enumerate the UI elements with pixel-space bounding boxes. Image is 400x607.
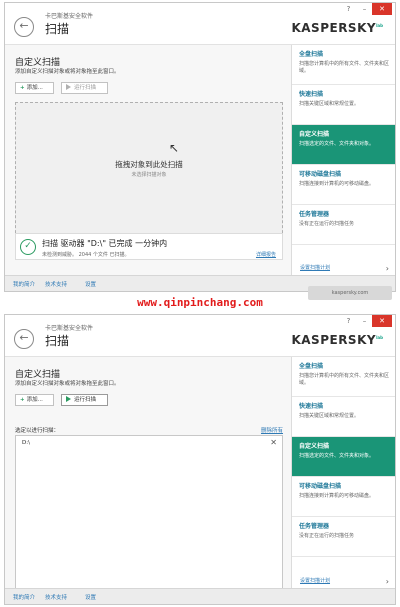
status-title: 扫描 驱动器 "D:\" 已完成 一分钟内 [42, 239, 168, 248]
sidebar-item-title: 全盘扫描 [299, 363, 324, 370]
app-name: 卡巴斯基安全软件 [45, 13, 94, 20]
drop-zone-subtitle: 未选择扫描对象 [131, 172, 167, 178]
sidebar-item-title: 任务管理器 [299, 523, 330, 530]
status-detail: 未检测到威胁。 2044 个文件 已扫描。 [42, 252, 130, 258]
chevron-right-icon[interactable]: › [386, 577, 389, 586]
logo-text: KASPERSKY [291, 21, 377, 35]
sidebar-item-desc: 扫描关键区域和常规位置。 [299, 101, 360, 107]
kaspersky-logo: KASPERSKYlab [291, 333, 383, 347]
watermark-text: www.qinpinchang.com [137, 296, 263, 309]
remove-item-icon[interactable]: ✕ [270, 438, 277, 447]
plus-icon: + [20, 397, 25, 403]
play-icon [66, 84, 71, 90]
sidebar-item-task-manager[interactable]: 任务管理器没有正在运行的扫描任务 [292, 517, 395, 557]
sidebar-item-title: 全盘扫描 [299, 51, 324, 58]
sidebar-item-desc: 没有正在运行的扫描任务 [299, 221, 355, 227]
section-subtitle: 添加自定义扫描对象或将对象拖至此窗口。 [15, 381, 120, 387]
footer-my-profile-link[interactable]: 我的简介 [13, 593, 35, 601]
close-button[interactable]: ✕ [372, 315, 392, 327]
schedule-settings-link[interactable]: 设置扫描计划 [300, 577, 330, 584]
sidebar-item-title: 快速扫描 [299, 403, 324, 410]
sidebar-item-title: 自定义扫描 [299, 131, 330, 138]
check-icon: ✓ [20, 239, 36, 255]
sidebar-item-task-manager[interactable]: 任务管理器没有正在运行的扫描任务 [292, 205, 395, 245]
minimize-button[interactable]: – [358, 315, 371, 327]
run-scan-button[interactable]: 运行扫描 [61, 82, 108, 94]
scan-status-box: ✓ 扫描 驱动器 "D:\" 已完成 一分钟内 未检测到威胁。 2044 个文件… [15, 233, 283, 260]
help-button[interactable]: ? [342, 315, 355, 327]
close-button[interactable]: ✕ [372, 3, 392, 15]
footer-support-link[interactable]: 技术支持 [45, 280, 67, 288]
title-bar: ← 卡巴斯基安全软件 扫描 ? – ✕ KASPERSKYlab [5, 3, 395, 45]
section-subtitle: 添加自定义扫描对象或将对象拖至此窗口。 [15, 69, 120, 75]
scan-type-sidebar: 全盘扫描扫描您计算机中的所有文件、文件夹和区域。 快速扫描扫描关键区域和常规位置… [291, 357, 395, 604]
footer-support-link[interactable]: 技术支持 [45, 593, 67, 601]
help-button[interactable]: ? [342, 3, 355, 15]
sidebar-item-desc: 扫描连接到计算机的可移动磁盘。 [299, 493, 375, 499]
sidebar-item-quick-scan[interactable]: 快速扫描扫描关键区域和常规位置。 [292, 397, 395, 437]
sidebar-item-full-scan[interactable]: 全盘扫描扫描您计算机中的所有文件、文件夹和区域。 [292, 45, 395, 85]
back-arrow-icon[interactable]: ← [14, 17, 34, 37]
logo-text: KASPERSKY [291, 333, 377, 347]
page-title: 扫描 [45, 334, 70, 348]
sidebar-item-desc: 扫描您计算机中的所有文件、文件夹和区域。 [299, 373, 390, 386]
sidebar-item-removable-scan[interactable]: 可移动磁盘扫描扫描连接到计算机的可移动磁盘。 [292, 165, 395, 205]
selected-list-header: 选定以进行扫描： 删除所有 [15, 423, 283, 435]
kaspersky-window-before: ← 卡巴斯基安全软件 扫描 ? – ✕ KASPERSKYlab 自定义扫描 添… [4, 2, 396, 292]
sidebar-item-title: 可移动磁盘扫描 [299, 171, 342, 178]
sidebar-item-desc: 扫描您计算机中的所有文件、文件夹和区域。 [299, 61, 390, 74]
main-area: 自定义扫描 添加自定义扫描对象或将对象拖至此窗口。 + 添加... 运行扫描 选定… [5, 357, 291, 604]
selected-objects-list[interactable]: D:\ ✕ [15, 435, 283, 592]
sidebar-item-title: 任务管理器 [299, 211, 330, 218]
footer-settings-link[interactable]: 设置 [85, 280, 96, 288]
remove-all-link[interactable]: 删除所有 [261, 426, 283, 434]
footer: 我的简介 技术支持 设置 [5, 588, 395, 604]
sidebar-item-quick-scan[interactable]: 快速扫描扫描关键区域和常规位置。 [292, 85, 395, 125]
scan-type-sidebar: 全盘扫描扫描您计算机中的所有文件、文件夹和区域。 快速扫描扫描关键区域和常规位置… [291, 45, 395, 291]
run-scan-label: 运行扫描 [74, 397, 97, 403]
selected-list-label: 选定以进行扫描： [15, 428, 60, 434]
sidebar-item-title: 快速扫描 [299, 91, 324, 98]
chevron-right-icon[interactable]: › [386, 264, 389, 273]
play-icon [66, 396, 71, 402]
run-scan-button[interactable]: 运行扫描 [61, 394, 108, 406]
add-button-label: 添加... [26, 85, 43, 91]
sidebar-item-title: 自定义扫描 [299, 443, 330, 450]
app-name: 卡巴斯基安全软件 [45, 325, 94, 332]
kaspersky-logo: KASPERSKYlab [291, 21, 383, 35]
drop-zone[interactable]: ↖ 拖拽对象到此处扫描 未选择扫描对象 [15, 102, 283, 238]
schedule-settings-link[interactable]: 设置扫描计划 [300, 264, 330, 271]
run-scan-label: 运行扫描 [74, 85, 97, 91]
footer-settings-link[interactable]: 设置 [85, 593, 96, 601]
logo-lab: lab [376, 335, 383, 340]
minimize-button[interactable]: – [358, 3, 371, 15]
drop-zone-title: 拖拽对象到此处扫描 [115, 160, 183, 169]
footer-my-profile-link[interactable]: 我的简介 [13, 280, 35, 288]
list-item[interactable]: D:\ ✕ [16, 436, 282, 450]
sidebar-item-desc: 没有正在运行的扫描任务 [299, 533, 355, 539]
sidebar-item-desc: 扫描连接到计算机的可移动磁盘。 [299, 181, 375, 187]
add-button[interactable]: + 添加... [15, 394, 54, 406]
sidebar-item-full-scan[interactable]: 全盘扫描扫描您计算机中的所有文件、文件夹和区域。 [292, 357, 395, 397]
sidebar-item-title: 可移动磁盘扫描 [299, 483, 342, 490]
list-item-path: D:\ [22, 440, 30, 446]
add-button[interactable]: + 添加... [15, 82, 54, 94]
main-area: 自定义扫描 添加自定义扫描对象或将对象拖至此窗口。 + 添加... 运行扫描 ↖ … [5, 45, 291, 291]
sidebar-item-desc: 扫描关键区域和常规位置。 [299, 413, 360, 419]
mouse-cursor-icon: ↖ [169, 141, 180, 155]
plus-icon: + [20, 85, 25, 91]
sidebar-item-desc: 扫描选定的文件、文件夹和对象。 [299, 453, 375, 459]
sidebar-item-removable-scan[interactable]: 可移动磁盘扫描扫描连接到计算机的可移动磁盘。 [292, 477, 395, 517]
title-bar: ← 卡巴斯基安全软件 扫描 ? – ✕ KASPERSKYlab [5, 315, 395, 357]
back-arrow-icon[interactable]: ← [14, 329, 34, 349]
add-button-label: 添加... [26, 397, 43, 403]
page-title: 扫描 [45, 22, 70, 36]
sidebar-item-desc: 扫描选定的文件、文件夹和对象。 [299, 141, 375, 147]
detailed-report-link[interactable]: 详细报告 [256, 251, 276, 258]
logo-lab: lab [376, 23, 383, 28]
sidebar-item-custom-scan[interactable]: 自定义扫描扫描选定的文件、文件夹和对象。 [292, 437, 395, 477]
kaspersky-window-after: ← 卡巴斯基安全软件 扫描 ? – ✕ KASPERSKYlab 自定义扫描 添… [4, 314, 396, 605]
sidebar-item-custom-scan[interactable]: 自定义扫描扫描选定的文件、文件夹和对象。 [292, 125, 395, 165]
